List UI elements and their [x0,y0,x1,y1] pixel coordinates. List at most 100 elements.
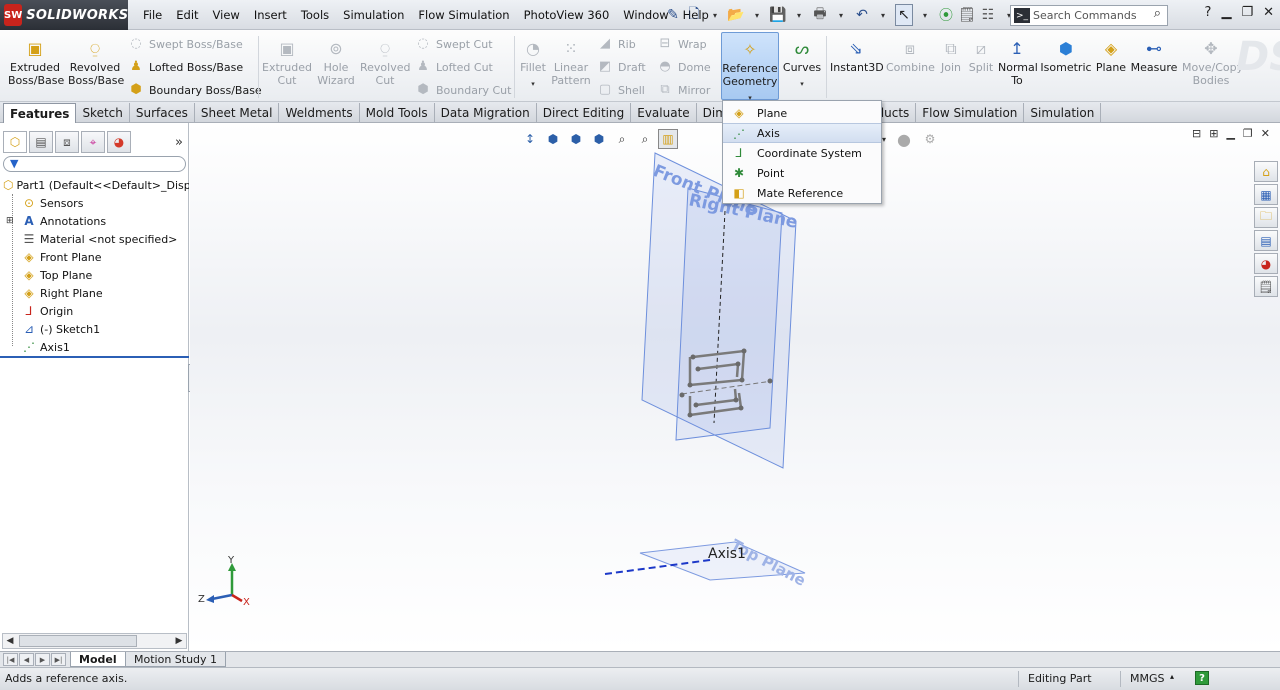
draft-button[interactable]: ◩ Draft [597,59,646,75]
split-button[interactable]: ⧄ Split [966,40,996,75]
previous-view-icon[interactable]: ⌕ [635,129,655,149]
chevron-down-icon[interactable]: ▾ [874,4,892,26]
chevron-down-icon[interactable]: ▾ [790,4,808,26]
instant3d-button[interactable]: ⇘ Instant3D [830,40,884,75]
measure-button[interactable]: ⊷ Measure [1130,40,1178,75]
shell-button[interactable]: ▢ Shell [597,82,645,98]
rebuild-traffic-light-icon[interactable]: ⦿ [937,4,955,26]
restore-icon[interactable]: ❐ [1241,5,1253,20]
rib-button[interactable]: ◢ Rib [597,36,636,52]
tab-evaluate[interactable]: Evaluate [631,103,697,123]
restore-icon[interactable]: ❐ [1243,127,1253,140]
extruded-cut-button[interactable]: ▣ Extruded Cut [262,40,312,88]
appearance-icon[interactable]: ● [894,129,914,149]
section-view-icon[interactable]: ⬢ [589,129,609,149]
lofted-cut-button[interactable]: ♟ Lofted Cut [415,59,493,75]
swept-boss-button[interactable]: ◌ Swept Boss/Base [128,36,242,52]
chevron-up-icon[interactable]: ▴ [1170,672,1174,681]
search-commands-input[interactable]: >_ Search Commands ⌕ [1010,5,1168,26]
tree-item-origin[interactable]: ⅃ Origin [0,302,189,320]
tree-root-part1[interactable]: ⬡ Part1 (Default<<Default>_Displa [0,176,189,194]
chevron-down-icon[interactable]: ▾ [832,4,850,26]
file-explorer-icon[interactable]: 🗀 [1254,207,1278,228]
next-tab-icon[interactable]: ▶ [35,653,50,666]
isometric-button[interactable]: ⬢ Isometric [1040,40,1092,75]
tree-item-material[interactable]: ☰ Material <not specified> [0,230,189,248]
tab-simulation[interactable]: Simulation [1024,103,1102,123]
menu-insert[interactable]: Insert [247,8,294,22]
reference-geometry-button[interactable]: ✧ Reference Geometry ▾ [721,32,779,102]
undo-icon[interactable]: ↶ [853,4,871,26]
save-icon[interactable]: 💾 [769,4,787,26]
expand-icon[interactable]: ⊞ [6,216,14,226]
menu-view[interactable]: View [206,8,247,22]
tab-flow-simulation[interactable]: Flow Simulation [916,103,1025,123]
options-icon[interactable]: ☷ [979,4,997,26]
apply-scene-icon[interactable]: ⚙ [920,129,940,149]
tab-features[interactable]: Features [3,103,77,124]
minimize-icon[interactable]: ▁ [1221,5,1231,20]
tab-motion-study-1[interactable]: Motion Study 1 [125,652,227,667]
menu-tools[interactable]: Tools [294,8,336,22]
zoom-area-icon[interactable]: ⌕ [612,129,632,149]
tab-data-migration[interactable]: Data Migration [435,103,537,123]
tree-item-sensors[interactable]: ⊙ Sensors [0,194,189,212]
menu-photoview[interactable]: PhotoView 360 [517,8,617,22]
join-button[interactable]: ⧉ Join [936,40,966,75]
search-icon[interactable]: ⌕ [1154,6,1161,21]
first-tab-icon[interactable]: |◀ [3,653,18,666]
pin-icon[interactable]: ✎ [664,4,682,26]
property-manager-tab-icon[interactable]: ▤ [29,131,53,153]
fillet-button[interactable]: ◔ Fillet ▾ [518,40,548,91]
move-copy-bodies-button[interactable]: ✥ Move/Copy Bodies [1182,40,1243,88]
design-library-icon[interactable]: ▦ [1254,184,1278,205]
home-icon[interactable]: ⌂ [1254,161,1278,182]
combine-button[interactable]: ⧈ Combine [886,40,935,75]
menu-item-plane[interactable]: ◈ Plane [723,103,881,123]
tree-item-right-plane[interactable]: ◈ Right Plane [0,284,189,302]
tree-item-sketch1[interactable]: ⊿ (-) Sketch1 [0,320,189,338]
chevron-down-icon[interactable]: ▾ [748,4,766,26]
appearances-icon[interactable]: ◕ [1254,253,1278,274]
lofted-boss-button[interactable]: ♟ Lofted Boss/Base [128,59,243,75]
boundary-boss-button[interactable]: ⬢ Boundary Boss/Base [128,82,261,98]
linear-pattern-button[interactable]: ⁙ Linear Pattern [550,40,592,88]
close-icon[interactable]: ✕ [1261,127,1270,140]
tab-model[interactable]: Model [70,652,126,667]
chevron-down-icon[interactable]: ▾ [782,78,822,91]
more-tabs-icon[interactable]: » [175,135,183,150]
menu-edit[interactable]: Edit [169,8,205,22]
tree-item-annotations[interactable]: ⊞ A Annotations [0,212,189,230]
help-icon[interactable]: ? [1205,5,1212,20]
boundary-cut-button[interactable]: ⬢ Boundary Cut [415,82,511,98]
dimxpert-manager-tab-icon[interactable]: ⌖ [81,131,105,153]
swept-cut-button[interactable]: ◌ Swept Cut [415,36,492,52]
hole-wizard-button[interactable]: ⊚ Hole Wizard [315,40,357,88]
menu-item-point[interactable]: ✱ Point [723,163,881,183]
tile-vertical-icon[interactable]: ⊞ [1209,127,1218,140]
tab-sheet-metal[interactable]: Sheet Metal [195,103,280,123]
custom-properties-icon[interactable]: 🗒 [1254,276,1278,297]
panel-split-line[interactable] [0,356,189,358]
horizontal-scrollbar[interactable]: ◀ ▶ [2,633,187,649]
scroll-left-icon[interactable]: ◀ [3,634,17,648]
tree-filter-input[interactable]: ▼ [3,156,186,172]
tree-item-axis1[interactable]: ⋰ Axis1 [0,338,189,356]
open-folder-icon[interactable]: 📂 [727,4,745,26]
view-orientation-icon[interactable]: ⬢ [543,129,563,149]
chevron-down-icon[interactable]: ▾ [706,4,724,26]
menu-flow-simulation[interactable]: Flow Simulation [411,8,516,22]
plane-button[interactable]: ◈ Plane [1094,40,1128,75]
scroll-right-icon[interactable]: ▶ [172,634,186,648]
chevron-down-icon[interactable]: ▾ [916,4,934,26]
hide-show-icon[interactable]: ▥ [658,129,678,149]
tab-surfaces[interactable]: Surfaces [130,103,195,123]
normal-to-button[interactable]: ↥ Normal To [998,40,1038,88]
menu-item-coordinate-system[interactable]: ⅃ Coordinate System [723,143,881,163]
units-selector[interactable]: MMGS [1130,672,1165,685]
menu-item-mate-reference[interactable]: ◧ Mate Reference [723,183,881,203]
select-cursor-icon[interactable]: ↖ [895,4,913,26]
display-manager-tab-icon[interactable]: ◕ [107,131,131,153]
dome-button[interactable]: ◓ Dome [657,59,710,75]
revolved-cut-button[interactable]: ⍜ Revolved Cut [360,40,410,88]
